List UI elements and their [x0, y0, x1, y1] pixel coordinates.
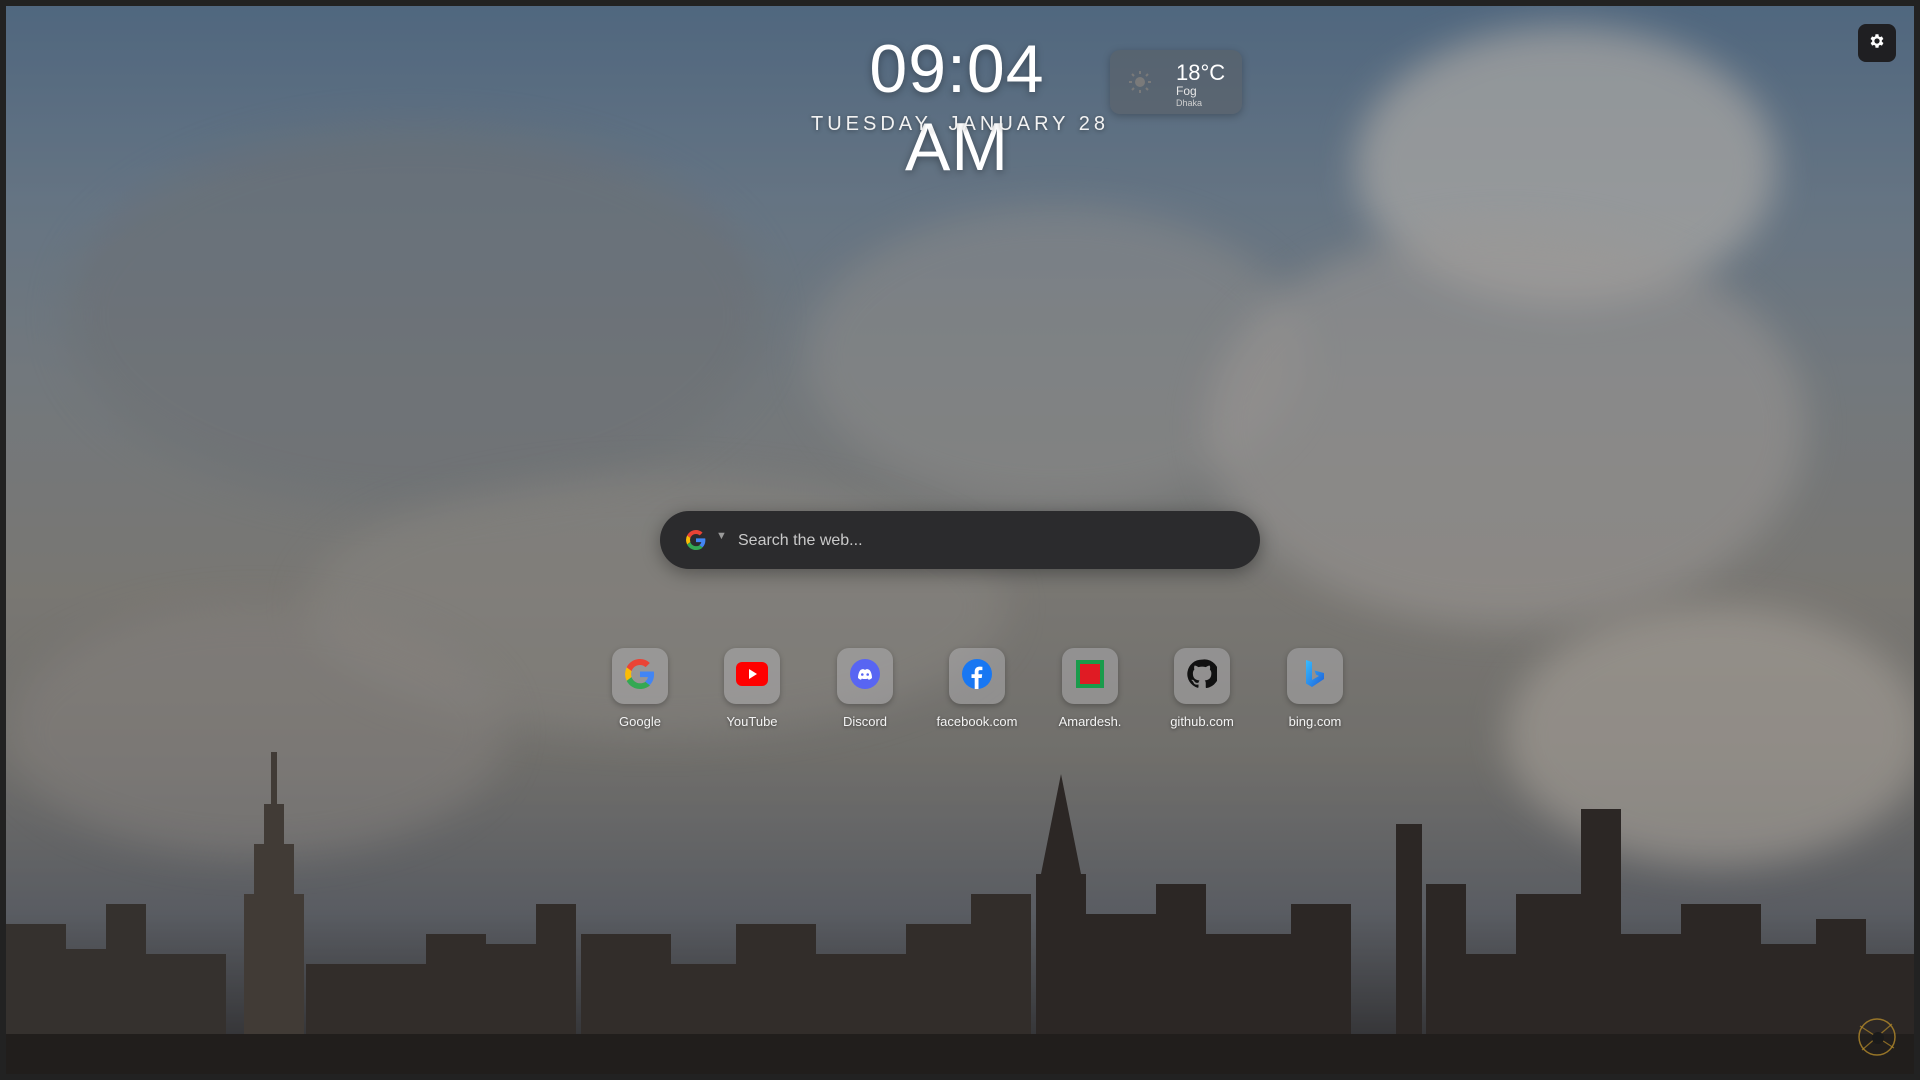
shortcuts-grid: Google YouTube Discord facebook.com Amar…	[590, 648, 1343, 738]
shortcut-facebook[interactable]: facebook.com	[927, 648, 1027, 729]
shortcut-amardesh[interactable]: Amardesh.	[1040, 648, 1140, 729]
weather-temperature: 18°C	[1176, 60, 1226, 85]
settings-button[interactable]	[1858, 24, 1896, 62]
google-icon	[625, 658, 655, 694]
search-input[interactable]	[736, 525, 1240, 557]
shortcut-tile[interactable]	[1287, 648, 1343, 704]
shortcut-tile[interactable]	[612, 648, 668, 704]
search-bar: ▼	[660, 511, 1260, 569]
github-icon	[1187, 658, 1219, 694]
google-icon[interactable]	[686, 530, 706, 550]
sun-icon	[1128, 70, 1152, 94]
shortcut-label: bing.com	[1288, 714, 1342, 729]
shortcut-tile[interactable]	[949, 648, 1005, 704]
chevron-down-icon[interactable]: ▼	[716, 530, 727, 542]
shortcut-google[interactable]: Google	[590, 648, 690, 729]
amardesh-icon	[1075, 659, 1105, 694]
shortcut-tile[interactable]	[837, 648, 893, 704]
shortcut-tile[interactable]	[1062, 648, 1118, 704]
shortcut-label: Amardesh.	[1058, 714, 1122, 729]
facebook-icon	[962, 658, 992, 694]
clock-time: 09:04 AM	[869, 31, 1045, 185]
weather-condition: Fog	[1176, 84, 1197, 98]
shortcut-label: Google	[619, 714, 661, 729]
weather-city: Dhaka	[1176, 98, 1203, 108]
shortcut-tile[interactable]	[1174, 648, 1230, 704]
extension-badge-icon[interactable]	[1852, 1012, 1902, 1062]
shortcut-youtube[interactable]: YouTube	[702, 648, 802, 729]
shortcut-label: github.com	[1170, 714, 1234, 729]
youtube-icon	[736, 661, 768, 691]
shortcut-discord[interactable]: Discord	[815, 648, 915, 729]
shortcut-tile[interactable]	[724, 648, 780, 704]
weather-widget[interactable]: 18°C Fog Dhaka	[1110, 50, 1242, 114]
bing-icon	[1302, 659, 1328, 694]
discord-icon	[850, 658, 880, 694]
shortcut-bing[interactable]: bing.com	[1265, 648, 1365, 729]
gear-icon	[1868, 32, 1886, 55]
shortcut-github[interactable]: github.com	[1152, 648, 1252, 729]
shortcut-label: facebook.com	[936, 714, 1018, 729]
shortcut-label: Discord	[842, 714, 888, 729]
clock-date: TUESDAY, JANUARY 28	[811, 113, 1109, 135]
shortcut-label: YouTube	[726, 714, 778, 729]
